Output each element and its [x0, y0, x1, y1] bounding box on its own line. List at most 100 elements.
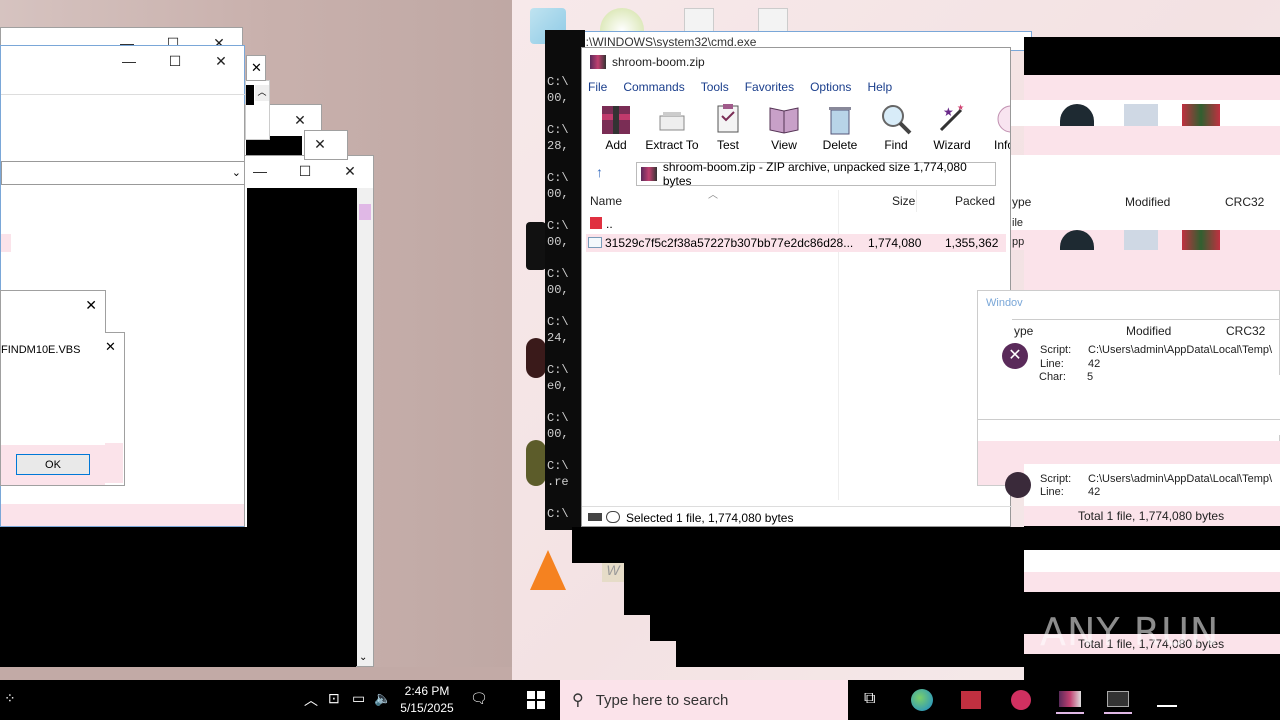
volume-icon[interactable]: 🔈 — [374, 690, 391, 707]
close-icon[interactable]: ✕ — [247, 56, 265, 80]
script-value: C:\Users\admin\AppData\Local\Temp\ — [1088, 344, 1273, 356]
menu-commands[interactable]: Commands — [623, 80, 684, 94]
wand-icon: ★ ★ — [939, 103, 964, 132]
anyrun-watermark: ANY RUN — [1040, 610, 1220, 654]
cmd-console[interactable]: C:\ 00, C:\ 28, C:\ 00, C:\ 00, C:\ 00, … — [545, 30, 585, 530]
script-error-dialog: ✕ FINDM10E.VBS OK — [0, 290, 106, 486]
store-icon[interactable] — [957, 686, 985, 714]
chevron-up-icon[interactable]: ︿ — [304, 690, 318, 710]
column-packed[interactable]: Packed — [955, 194, 995, 212]
list-item[interactable]: .. — [586, 215, 1006, 233]
widget-icon[interactable]: ⁘ — [4, 690, 16, 707]
tiktok-icon[interactable] — [526, 222, 546, 270]
file-packed: 1,355,362 — [945, 236, 999, 250]
clock[interactable]: 2:46 PM 5/15/2025 — [398, 683, 456, 717]
terminal-icon[interactable] — [1153, 686, 1181, 714]
delete-button[interactable]: Delete — [812, 98, 868, 152]
char-label: Char: — [1039, 371, 1066, 381]
cmd-line: C:\ — [547, 219, 569, 233]
minimize-button[interactable]: — — [106, 46, 152, 76]
find-label: Find — [884, 138, 908, 152]
cmd-line: C:\ — [547, 75, 569, 89]
maximize-button[interactable]: ☐ — [290, 158, 320, 184]
winrar-taskbar-icon[interactable] — [1056, 686, 1084, 714]
cmd-line: C:\ — [547, 363, 569, 377]
close-button[interactable]: ✕ — [198, 46, 244, 76]
search-box[interactable]: ⚲ Type here to search — [560, 680, 848, 720]
task-view-icon[interactable]: ⧉ — [864, 690, 875, 708]
script-label: Script: — [1040, 473, 1072, 485]
close-button[interactable]: ✕ — [305, 131, 335, 157]
app-icon[interactable] — [526, 338, 546, 378]
cmd-line: 00, — [547, 235, 569, 249]
test-label: Test — [716, 138, 739, 152]
cmd-line: 24, — [547, 331, 569, 345]
edge-taskbar-icon[interactable] — [908, 686, 936, 714]
char-value: 5 — [1087, 371, 1094, 381]
search-icon: ⚲ — [572, 692, 584, 709]
windows-start-icon[interactable] — [527, 691, 545, 709]
table-row[interactable]: 31529c7f5c2f38a57227b307bb77e2dc86d28...… — [586, 234, 1006, 252]
close-button[interactable]: ✕ — [85, 297, 97, 314]
app-icon[interactable] — [1007, 686, 1035, 714]
extract-to-button[interactable]: Extract To — [644, 98, 700, 152]
search-placeholder: Type here to search — [595, 691, 729, 709]
menu-help[interactable]: Help — [867, 80, 892, 94]
cmd-line: C:\ — [547, 315, 569, 329]
wizard-button[interactable]: ★ ★ Wizard — [924, 98, 980, 152]
address-bar[interactable]: ⌄ — [1, 161, 246, 185]
view-button[interactable]: View — [756, 98, 812, 152]
line-label: Line: — [1040, 358, 1064, 370]
menu-options[interactable]: Options — [810, 80, 851, 94]
winrar-window: shroom-boom.zip File Commands Tools Favo… — [581, 47, 1012, 527]
column-size[interactable]: Size — [892, 194, 915, 212]
archive-path: shroom-boom.zip - ZIP archive, unpacked … — [662, 160, 967, 188]
script-label: Script: — [1040, 344, 1072, 356]
up-arrow-icon[interactable]: ↑ — [596, 164, 603, 180]
winrar-titlebar[interactable]: shroom-boom.zip — [582, 48, 1010, 76]
dialog-file-text: FINDM10E.VBS — [1, 344, 81, 356]
minimize-button[interactable]: — — [245, 158, 275, 184]
find-button[interactable]: Find — [868, 98, 924, 152]
cmd-line: 00, — [547, 91, 569, 105]
app-icon — [1124, 104, 1158, 126]
error-icon: ✕ — [1002, 343, 1028, 369]
chevron-down-icon[interactable]: ⌄ — [232, 166, 241, 179]
wizard-label: Wizard — [933, 138, 971, 152]
line-label: Line: — [1040, 486, 1064, 498]
network-icon[interactable]: ⊡ — [328, 690, 340, 707]
app-icon[interactable] — [526, 440, 546, 486]
menu-tools[interactable]: Tools — [701, 80, 729, 94]
script-error-window: Windov ype Modified CRC32 ✕ Script: C:\U… — [977, 290, 1280, 486]
column-type: ype — [1014, 324, 1034, 338]
file-icon — [588, 237, 602, 248]
cmd-line: C:\ — [547, 459, 569, 473]
column-name[interactable]: Name — [590, 194, 622, 212]
menu-file[interactable]: File — [588, 80, 607, 94]
toolbar: Add Extract To Test View Delete Find ★ ★ … — [582, 98, 1010, 158]
cmd-line: 00, — [547, 187, 569, 201]
ok-button[interactable]: OK — [16, 454, 90, 475]
menu-favorites[interactable]: Favorites — [745, 80, 794, 94]
close-button[interactable]: ✕ — [335, 158, 365, 184]
file-size: 1,774,080 — [868, 236, 922, 250]
cmd-taskbar-icon[interactable] — [1104, 686, 1132, 714]
test-button[interactable]: Test — [700, 98, 756, 152]
svg-text:★: ★ — [957, 103, 964, 112]
row-type: pp — [1012, 236, 1025, 248]
maximize-button[interactable]: ☐ — [152, 46, 198, 76]
cmd-line: .re — [547, 475, 569, 489]
close-icon[interactable]: ✕ — [105, 339, 116, 355]
archive-path-box[interactable]: shroom-boom.zip - ZIP archive, unpacked … — [636, 160, 996, 188]
add-label: Add — [605, 138, 627, 152]
display-icon[interactable]: ▭ — [352, 690, 365, 707]
info-button[interactable]: Info — [980, 98, 1010, 152]
scrollbar[interactable]: ⌄ — [357, 188, 373, 666]
zip-icon — [641, 167, 657, 181]
vlc-icon[interactable] — [530, 550, 566, 590]
folder-up-icon — [590, 217, 602, 229]
word-icon[interactable]: W — [602, 562, 624, 582]
menu-bar: File Commands Tools Favorites Options He… — [582, 76, 1010, 98]
add-button[interactable]: Add — [588, 98, 644, 152]
notification-icon[interactable]: 🗨 — [470, 690, 488, 707]
